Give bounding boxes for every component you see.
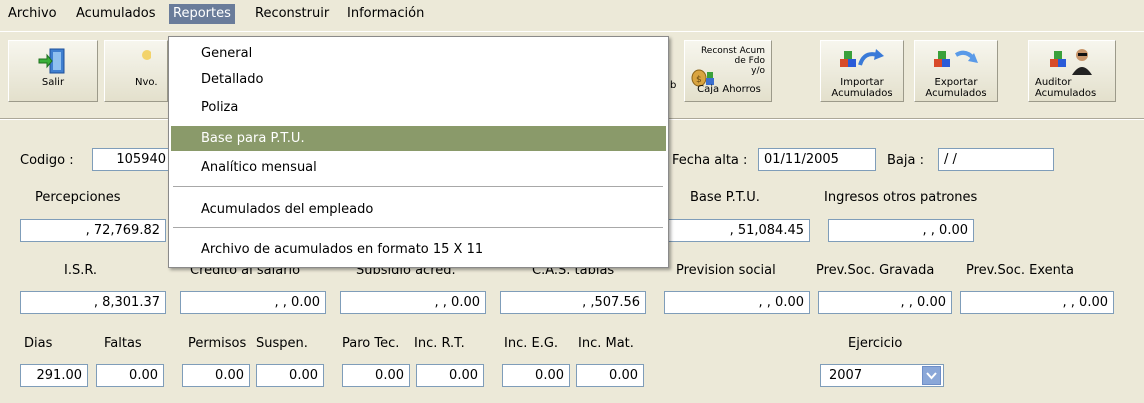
salir-label: Salir (41, 77, 65, 88)
fecha-alta-field[interactable]: 01/11/2005 (758, 148, 876, 171)
reconst-line4: Caja Ahorros (697, 84, 761, 95)
percepciones-label: Percepciones (35, 190, 121, 205)
menu-item-base-ptu[interactable]: Base para P.T.U. (171, 126, 666, 151)
inc-eg-label: Inc. E.G. (504, 336, 559, 351)
menu-informacion[interactable]: Información (343, 4, 428, 24)
base-ptu-field[interactable]: , 51,084.45 (664, 219, 810, 242)
inc-mat-field[interactable]: 0.00 (576, 364, 644, 387)
prevision-social-field[interactable]: , , 0.00 (664, 291, 810, 314)
codigo-label: Codigo : (20, 153, 74, 168)
inc-mat-label: Inc. Mat. (578, 336, 634, 351)
auditor-line2: Acumulados (1035, 88, 1097, 99)
menu-bar: Archivo Acumulados Reportes Reconstruir … (0, 0, 1144, 28)
paro-tec-label: Paro Tec. (342, 336, 400, 351)
reconst-acum-button[interactable]: $ Reconst Acum de Fdo y/o Caja Ahorros (684, 40, 772, 102)
auditor-acumulados-button[interactable]: Auditor Acumulados (1028, 40, 1116, 102)
menu-item-general[interactable]: General (171, 41, 666, 66)
credito-field[interactable]: , , 0.00 (180, 291, 326, 314)
inc-rt-label: Inc. R.T. (414, 336, 465, 351)
inc-eg-field[interactable]: 0.00 (502, 364, 570, 387)
nuevo-button[interactable]: Nvo. (104, 40, 168, 102)
subsidio-field[interactable]: , , 0.00 (340, 291, 486, 314)
codigo-field[interactable]: 105940 (92, 148, 172, 171)
menu-item-poliza[interactable]: Poliza (171, 95, 666, 120)
menu-item-acumulados-empleado[interactable]: Acumulados del empleado (171, 197, 666, 222)
inc-rt-field[interactable]: 0.00 (416, 364, 484, 387)
prev-gravada-field[interactable]: , , 0.00 (818, 291, 952, 314)
salir-button[interactable]: Salir (8, 40, 98, 102)
auditor-icon (1050, 49, 1092, 75)
new-icon (142, 50, 151, 60)
percepciones-field[interactable]: , 72,769.82 (20, 219, 166, 242)
menu-separator (173, 227, 663, 228)
menu-reportes[interactable]: Reportes (169, 4, 235, 24)
exportar-acumulados-button[interactable]: Exportar Acumulados (914, 40, 998, 102)
reconst-line2: de Fdo (734, 56, 765, 66)
export-icon (934, 50, 978, 67)
suspen-field[interactable]: 0.00 (256, 364, 324, 387)
menu-acumulados[interactable]: Acumulados (72, 4, 160, 24)
menu-archivo[interactable]: Archivo (4, 4, 61, 24)
baja-label: Baja : (887, 153, 924, 168)
prevision-social-label: Prevision social (676, 263, 776, 278)
menu-item-detallado[interactable]: Detallado (171, 67, 666, 92)
fecha-alta-label: Fecha alta : (672, 153, 748, 168)
permisos-field[interactable]: 0.00 (182, 364, 250, 387)
menu-reconstruir[interactable]: Reconstruir (251, 4, 333, 24)
faltas-label: Faltas (104, 336, 142, 351)
import-icon (840, 49, 884, 67)
importar-acumulados-button[interactable]: Importar Acumulados (820, 40, 904, 102)
reconst-line1: Reconst Acum (700, 46, 765, 56)
baja-field[interactable]: / / (938, 148, 1054, 171)
exportar-line1: Exportar (934, 77, 978, 88)
exit-door-icon (38, 48, 65, 74)
toolbar-partial-label: b (670, 80, 677, 91)
exportar-line2: Acumulados (925, 88, 987, 99)
paro-tec-field[interactable]: 0.00 (342, 364, 410, 387)
nuevo-label: Nvo. (135, 77, 158, 88)
ingresos-otros-field[interactable]: , , 0.00 (828, 219, 974, 242)
importar-line2: Acumulados (831, 88, 893, 99)
ejercicio-dropdown-button[interactable] (922, 366, 941, 385)
prev-gravada-label: Prev.Soc. Gravada (816, 263, 935, 278)
dias-field[interactable]: 291.00 (20, 364, 88, 387)
permisos-label: Permisos (188, 336, 247, 351)
suspen-label: Suspen. (256, 336, 308, 351)
importar-line1: Importar (840, 77, 884, 88)
reconst-line3: y/o (751, 66, 765, 76)
faltas-field[interactable]: 0.00 (96, 364, 164, 387)
prev-exenta-label: Prev.Soc. Exenta (966, 263, 1074, 278)
ejercicio-label: Ejercicio (848, 336, 903, 351)
menu-item-analitico-mensual[interactable]: Analítico mensual (171, 155, 666, 180)
dias-label: Dias (24, 336, 53, 351)
isr-field[interactable]: , 8,301.37 (20, 291, 166, 314)
menu-item-archivo-15x11[interactable]: Archivo de acumulados en formato 15 X 11 (171, 237, 666, 262)
chevron-down-icon (926, 372, 937, 380)
base-ptu-label: Base P.T.U. (690, 190, 760, 205)
cas-tablas-field[interactable]: , ,507.56 (500, 291, 646, 314)
auditor-line1: Auditor (1035, 77, 1072, 88)
menu-separator (173, 186, 663, 187)
ingresos-otros-label: Ingresos otros patrones (824, 190, 978, 205)
reportes-dropdown: General Detallado Poliza Base para P.T.U… (168, 36, 669, 268)
isr-label: I.S.R. (64, 263, 98, 278)
prev-exenta-field[interactable]: , , 0.00 (960, 291, 1114, 314)
